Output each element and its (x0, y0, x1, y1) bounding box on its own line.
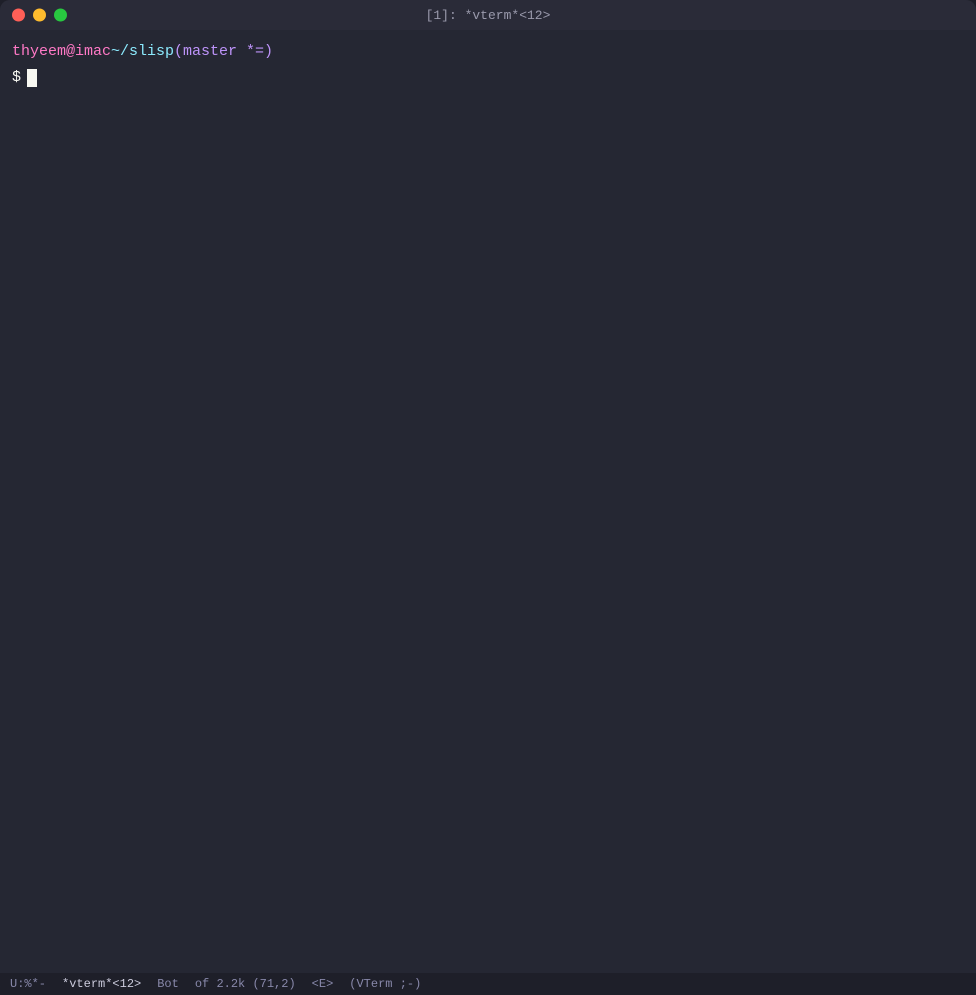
minimize-button[interactable] (33, 9, 46, 22)
terminal-body[interactable]: thyeem@imac ~/slisp (master *=) $ (0, 30, 976, 973)
traffic-lights (12, 9, 67, 22)
cursor (27, 69, 37, 87)
dollar-sign: $ (12, 66, 21, 90)
status-position-label: Bot (157, 977, 179, 991)
window-title: [1]: *vterm*<12> (426, 8, 551, 23)
prompt-line: thyeem@imac ~/slisp (master *=) (12, 40, 964, 64)
titlebar: [1]: *vterm*<12> (0, 0, 976, 30)
status-major-mode: (VTerm ;-) (349, 977, 421, 991)
status-position-detail: of 2.2k (71,2) (195, 977, 296, 991)
git-branch: (master *=) (174, 40, 273, 64)
user-host: thyeem@imac (12, 40, 111, 64)
status-mode: U:%*- (10, 977, 46, 991)
status-bar: U:%*- *vterm*<12> Bot of 2.2k (71,2) <E>… (0, 973, 976, 995)
terminal-window: [1]: *vterm*<12> thyeem@imac ~/slisp (ma… (0, 0, 976, 995)
status-mode-indicator: <E> (312, 977, 334, 991)
dollar-line: $ (12, 66, 964, 90)
status-buffer: *vterm*<12> (62, 977, 141, 991)
maximize-button[interactable] (54, 9, 67, 22)
close-button[interactable] (12, 9, 25, 22)
current-path: ~/slisp (111, 40, 174, 64)
